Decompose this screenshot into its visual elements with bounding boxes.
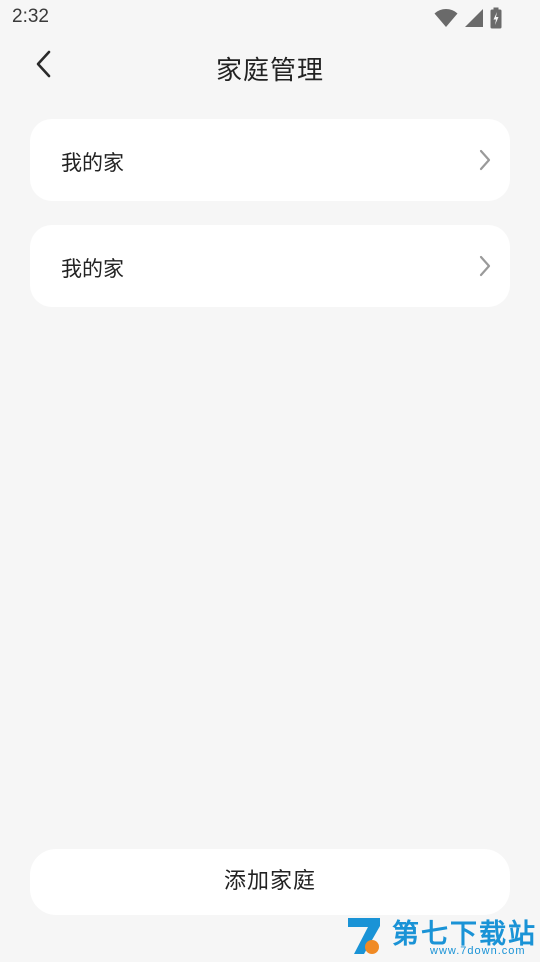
watermark-logo-icon [346, 914, 384, 958]
home-list-item[interactable]: 我的家 [30, 225, 510, 307]
status-icons [434, 7, 502, 33]
watermark: 第七下载站 www.7down.com [344, 912, 540, 960]
cell-signal-icon [464, 8, 484, 32]
page-title: 家庭管理 [215, 56, 324, 86]
battery-charging-icon [490, 7, 502, 33]
nav-bar: 家庭管理 [0, 36, 540, 98]
home-list-item[interactable]: 我的家 [30, 119, 510, 201]
home-list: 我的家 我的家 [30, 119, 510, 331]
home-name-label: 我的家 [61, 151, 124, 175]
status-time: 2:32 [12, 6, 49, 27]
chevron-right-icon [476, 147, 494, 173]
wifi-icon [434, 8, 458, 32]
add-home-label: 添加家庭 [223, 869, 316, 894]
status-bar: 2:32 [0, 0, 540, 36]
watermark-url: www.7down.com [430, 945, 526, 957]
add-home-button[interactable]: 添加家庭 [30, 849, 510, 915]
chevron-right-icon [476, 253, 494, 279]
home-name-label: 我的家 [61, 257, 124, 281]
